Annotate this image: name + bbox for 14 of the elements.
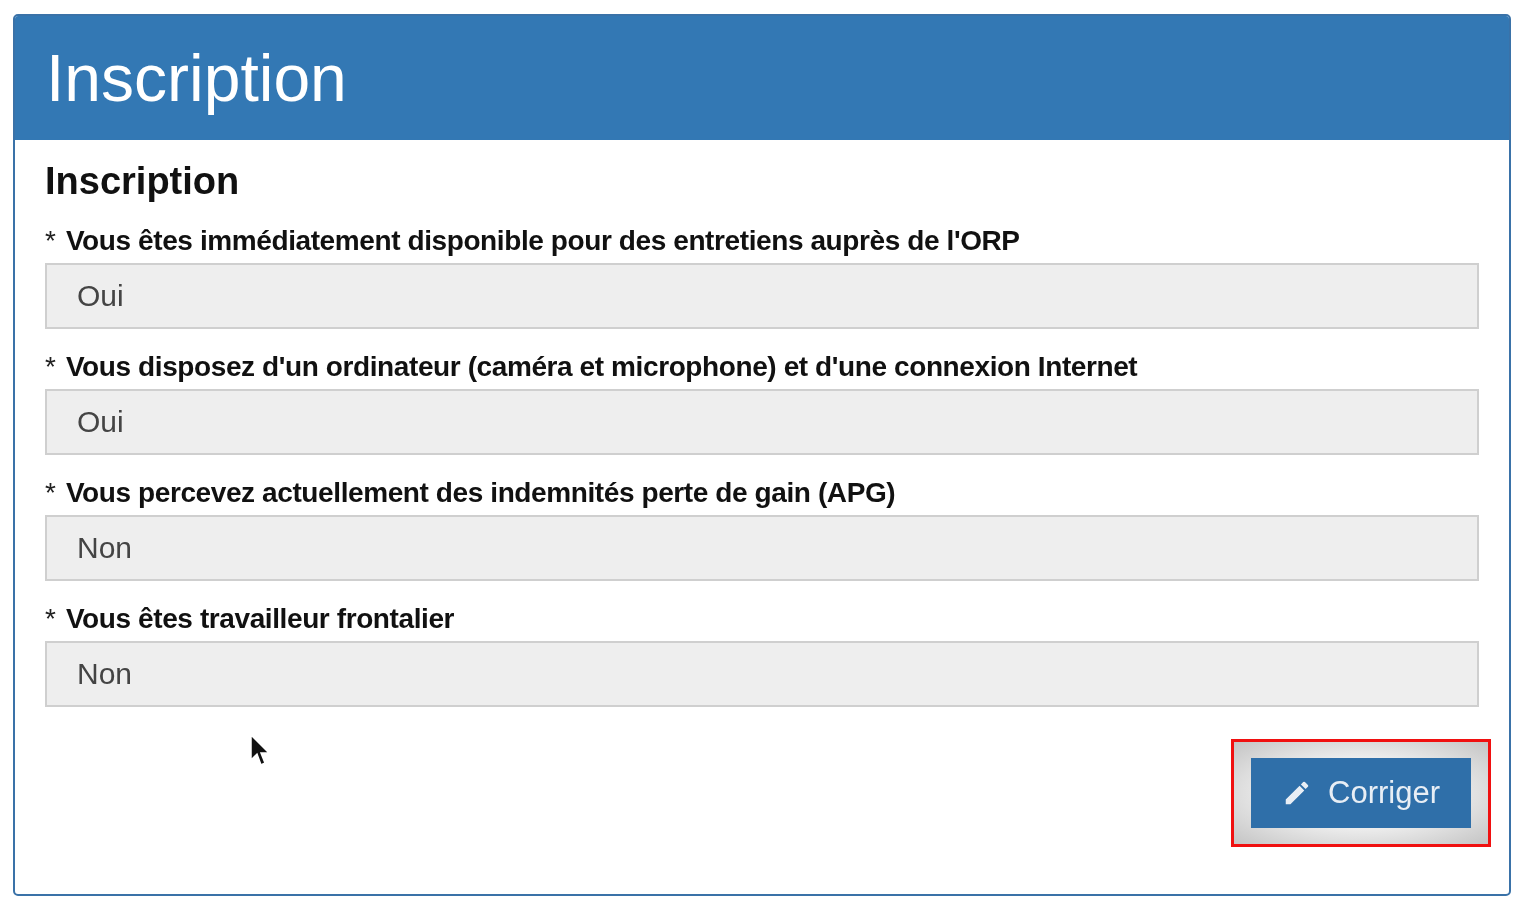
field-label: Vous disposez d'un ordinateur (caméra et microphone) et d'une connexion Internet [65,351,1138,383]
required-marker: * [45,351,56,383]
input-field[interactable]: Non [45,515,1479,581]
section-title: Inscription [45,160,240,203]
edit-button[interactable]: Corriger [1251,758,1471,828]
required-marker: * [45,225,56,257]
field-label: Vous êtes immédiatement disponible pour des entretiens auprès de l'ORP [65,225,1020,257]
field-label: Vous êtes travailleur frontalier [65,603,455,635]
input-field[interactable]: Oui [45,263,1479,329]
required-marker: * [45,603,56,635]
input-field[interactable]: Oui [45,389,1479,455]
input-field[interactable]: Non [45,641,1479,707]
required-marker: * [45,477,56,509]
field-label: Vous percevez actuellement des indemnités perte de gain (APG) [65,477,896,509]
